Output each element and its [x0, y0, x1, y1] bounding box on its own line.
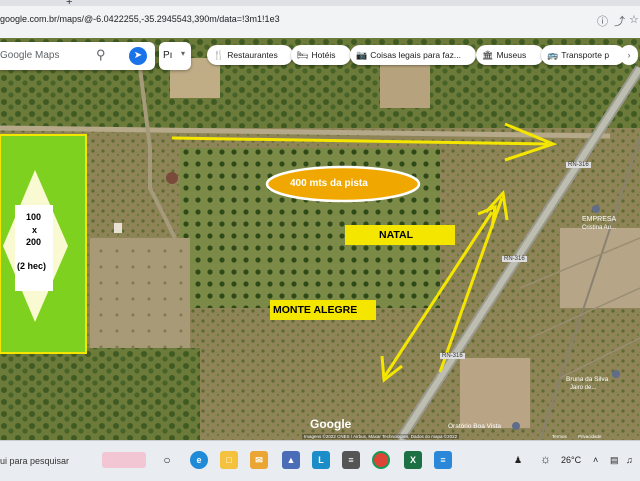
people-icon[interactable]: ♟	[514, 455, 522, 466]
google-logo: Google	[310, 417, 352, 431]
learn-icon[interactable]: ▲	[282, 451, 300, 469]
poi-marker-3[interactable]	[512, 422, 520, 430]
network-icon[interactable]: ▤	[610, 455, 619, 466]
poi-marker-1[interactable]	[592, 205, 600, 213]
edge-icon[interactable]: e	[190, 451, 208, 469]
distance-label: 400 mts da pista	[290, 178, 368, 189]
news-widget-icon[interactable]	[102, 452, 146, 468]
chip-museums[interactable]: 🏛 Museus	[476, 45, 544, 65]
chrome-icon[interactable]	[372, 451, 390, 469]
chip-things-to-do[interactable]: 📷 Coisas legais para faz...	[350, 45, 476, 65]
chip-restaurants[interactable]: 🍴 Restaurantes	[207, 45, 293, 65]
weather-icon[interactable]: ☼	[540, 452, 551, 466]
monte-alegre-arrow-head-top	[477, 204, 497, 229]
lot-area: (2 hec)	[17, 261, 47, 271]
maps-search-box[interactable]: Google Maps ⚲ ➤	[0, 42, 155, 70]
notes-icon[interactable]: ≡	[434, 451, 452, 469]
bus-icon: 🚌	[547, 50, 559, 60]
poi-marker-2[interactable]	[612, 370, 620, 378]
chip-label: Coisas legais para faz...	[370, 50, 461, 60]
road-label-3: RN-316	[440, 353, 465, 359]
privacy-link[interactable]: Privacidade	[578, 434, 602, 439]
camera-icon: 📷	[356, 50, 368, 60]
chip-label: Restaurantes	[227, 50, 278, 60]
chip-label: Hotéis	[311, 50, 336, 60]
poi-label-3: Oratório Boa Vista	[448, 423, 501, 430]
excel-icon[interactable]: X	[404, 451, 422, 469]
hotel-icon: 🛏	[297, 50, 309, 60]
museum-icon: 🏛	[482, 50, 494, 60]
map-attribution: Imagens ©2022 CNES / Airbus, Maxar Techn…	[302, 434, 460, 439]
natal-label: NATAL	[379, 229, 414, 241]
directions-icon[interactable]: ➤	[129, 47, 147, 65]
mail-icon[interactable]: ✉	[250, 451, 268, 469]
road-arrow	[171, 136, 549, 146]
chip-hotels[interactable]: 🛏 Hotéis	[291, 45, 351, 65]
layers-menu[interactable]: Pı ▾	[159, 42, 191, 70]
poi-label-2: Bruna da Silva	[566, 376, 609, 383]
chips-next-button[interactable]: ›	[620, 45, 638, 65]
monte-alegre-label: MONTE ALEGRE	[273, 304, 358, 316]
chip-label: Transporte p	[561, 50, 610, 60]
windows-taskbar: ui para pesquisar ○ e □ ✉ ▲ L ≡ X ≡ ♟ ☼ …	[0, 440, 640, 481]
lot-size-bottom: 200	[26, 237, 42, 247]
restaurant-icon: 🍴	[213, 50, 225, 60]
calculator-icon[interactable]: ≡	[342, 451, 360, 469]
chevron-down-icon: ▾	[181, 49, 186, 58]
lot-size-x: x	[32, 225, 38, 235]
layers-label: Pı	[163, 50, 173, 61]
terms-link[interactable]: Termos	[552, 434, 567, 439]
road-label-1: RN-316	[566, 162, 591, 168]
task-view-icon[interactable]: ○	[158, 451, 176, 469]
poi-sublabel-1: Cristina Au...	[582, 225, 617, 231]
search-icon[interactable]: ⚲	[96, 47, 106, 63]
search-placeholder: Google Maps	[0, 50, 60, 61]
l-app-icon[interactable]: L	[312, 451, 330, 469]
poi-label-1: EMPRESA	[582, 216, 617, 223]
chip-transport[interactable]: 🚌 Transporte p	[541, 45, 625, 65]
lot-size-top: 100	[26, 212, 42, 222]
poi-sublabel-2: Jairo de...	[570, 385, 597, 391]
road-label-2: RN-316	[502, 256, 527, 262]
file-explorer-icon[interactable]: □	[220, 451, 238, 469]
chevron-up-icon[interactable]: ˄	[593, 455, 598, 465]
weather-temperature[interactable]: 26°C	[561, 455, 581, 465]
volume-icon[interactable]: ♫	[626, 455, 633, 465]
chip-label: Museus	[496, 50, 527, 60]
